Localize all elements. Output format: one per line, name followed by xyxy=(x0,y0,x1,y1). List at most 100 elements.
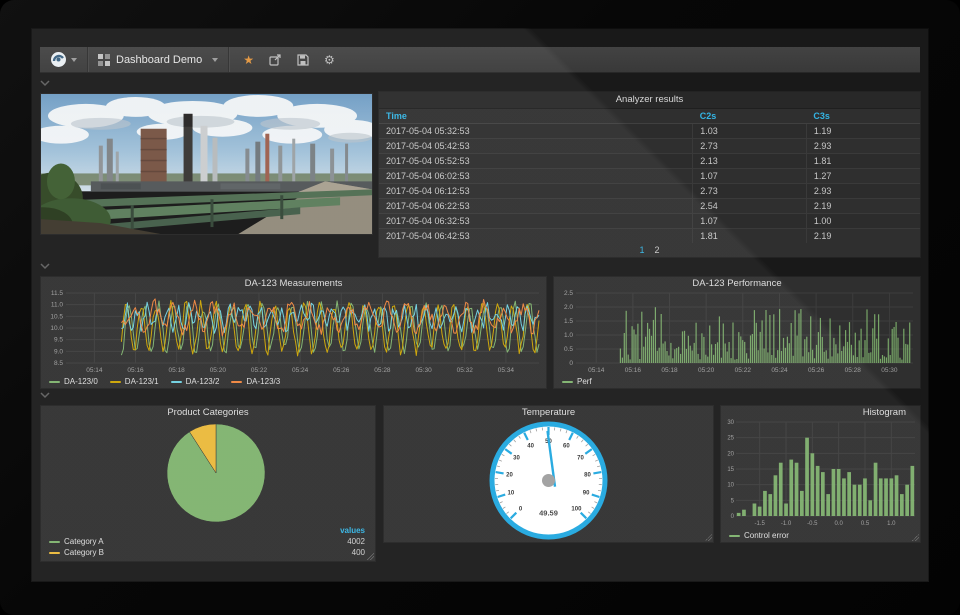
bar xyxy=(835,344,836,363)
bar xyxy=(676,348,677,363)
column-header[interactable]: C2s xyxy=(693,109,807,124)
bar xyxy=(896,322,897,363)
legend-label: DA-123/3 xyxy=(246,377,280,386)
panel-title[interactable]: Temperature xyxy=(384,406,713,419)
bar xyxy=(857,357,858,363)
row-toggle-icon[interactable] xyxy=(40,79,50,87)
bar xyxy=(841,351,842,363)
bar xyxy=(727,352,728,364)
tick-label: 30 xyxy=(513,455,520,461)
table-cell: 1.00 xyxy=(806,214,920,229)
save-button[interactable] xyxy=(297,54,309,66)
column-header[interactable]: C3s xyxy=(806,109,920,124)
bar xyxy=(758,350,759,363)
panel-title[interactable]: DA-123 Performance xyxy=(554,277,920,290)
bar xyxy=(723,324,724,364)
legend-item[interactable]: DA-123/2 xyxy=(171,377,220,386)
tick-label: 1.5 xyxy=(564,318,573,325)
table-row: 2017-05-04 06:42:531.812.19 xyxy=(379,229,920,244)
dashboard-title-menu[interactable]: Dashboard Demo xyxy=(88,47,229,72)
tick-label: 10 xyxy=(508,491,515,497)
bar xyxy=(849,322,850,363)
grafana-menu-button[interactable] xyxy=(40,47,88,72)
bar xyxy=(666,351,667,363)
tick-label: 05:24 xyxy=(771,367,788,374)
bar xyxy=(903,329,904,363)
table-cell: 2017-05-04 06:22:53 xyxy=(379,199,693,214)
bar xyxy=(698,354,699,363)
panel-resize-handle[interactable] xyxy=(912,534,919,541)
panel-title[interactable]: Analyzer results xyxy=(379,92,920,109)
share-button[interactable] xyxy=(269,54,282,66)
bar xyxy=(882,355,883,363)
bar xyxy=(731,358,732,363)
bar xyxy=(874,314,875,363)
legend-item[interactable]: Category B xyxy=(49,547,104,558)
panel-title[interactable]: Product Categories xyxy=(41,406,375,419)
legend-label: Control error xyxy=(744,531,789,540)
legend-item[interactable]: Category A xyxy=(49,536,104,547)
column-header[interactable]: Time xyxy=(379,109,693,124)
bar xyxy=(771,355,772,363)
bar xyxy=(665,341,666,363)
legend-item[interactable]: DA-123/0 xyxy=(49,377,98,386)
bar xyxy=(699,359,700,363)
tick-label: 05:16 xyxy=(625,367,642,374)
bar xyxy=(874,463,878,516)
bar xyxy=(620,349,621,364)
legend-item[interactable]: Control error xyxy=(729,531,789,540)
bar xyxy=(725,344,726,364)
bar xyxy=(810,316,811,363)
tick-label: 11.5 xyxy=(51,290,64,297)
star-button[interactable]: ★ xyxy=(243,54,254,66)
bar xyxy=(804,339,805,363)
tick-label: 20 xyxy=(506,472,513,478)
bar xyxy=(717,342,718,363)
bar xyxy=(897,338,898,363)
bar xyxy=(888,338,889,363)
bar xyxy=(797,336,798,363)
row-toggle-icon[interactable] xyxy=(40,391,50,399)
bar xyxy=(833,338,834,363)
legend-swatch xyxy=(729,535,740,537)
table-cell: 2017-05-04 05:32:53 xyxy=(379,124,693,139)
tick-label: 70 xyxy=(577,455,584,461)
legend-item[interactable]: DA-123/1 xyxy=(110,377,159,386)
bar xyxy=(884,356,885,363)
row-toggle-icon[interactable] xyxy=(40,262,50,270)
bar xyxy=(659,348,660,363)
panel-resize-handle[interactable] xyxy=(367,553,374,560)
legend-item[interactable]: DA-123/3 xyxy=(231,377,280,386)
page-button[interactable]: 2 xyxy=(655,245,660,255)
bar xyxy=(800,491,804,516)
settings-button[interactable]: ⚙ xyxy=(324,54,335,66)
bar xyxy=(742,510,746,516)
bar xyxy=(884,478,888,516)
screen: Dashboard Demo ★ ⚙ xyxy=(31,28,929,582)
bar xyxy=(655,307,656,363)
table-cell: 2017-05-04 05:42:53 xyxy=(379,139,693,154)
page-button[interactable]: 1 xyxy=(639,245,644,255)
bar xyxy=(843,346,844,363)
legend-value: 4002 xyxy=(347,536,365,547)
tick-label: 05:20 xyxy=(698,367,715,374)
table-row: 2017-05-04 05:42:532.732.93 xyxy=(379,139,920,154)
table-cell: 1.81 xyxy=(806,154,920,169)
tick-label: 9.0 xyxy=(54,348,63,355)
tick-label: 10.5 xyxy=(50,313,63,320)
panel-title[interactable]: Histogram xyxy=(721,406,920,419)
legend-item[interactable]: Perf xyxy=(562,377,592,386)
panel-resize-handle[interactable] xyxy=(705,534,712,541)
bar xyxy=(879,478,883,516)
bar xyxy=(824,352,825,363)
table-cell: 2.73 xyxy=(693,184,807,199)
bar xyxy=(816,345,817,363)
bar xyxy=(711,344,712,363)
panel-title[interactable]: DA-123 Measurements xyxy=(41,277,546,290)
tick-label: 0 xyxy=(569,360,573,367)
bar xyxy=(713,355,714,363)
bar xyxy=(831,356,832,363)
bar xyxy=(886,357,887,363)
table-cell: 2017-05-04 06:02:53 xyxy=(379,169,693,184)
bar xyxy=(732,323,733,364)
